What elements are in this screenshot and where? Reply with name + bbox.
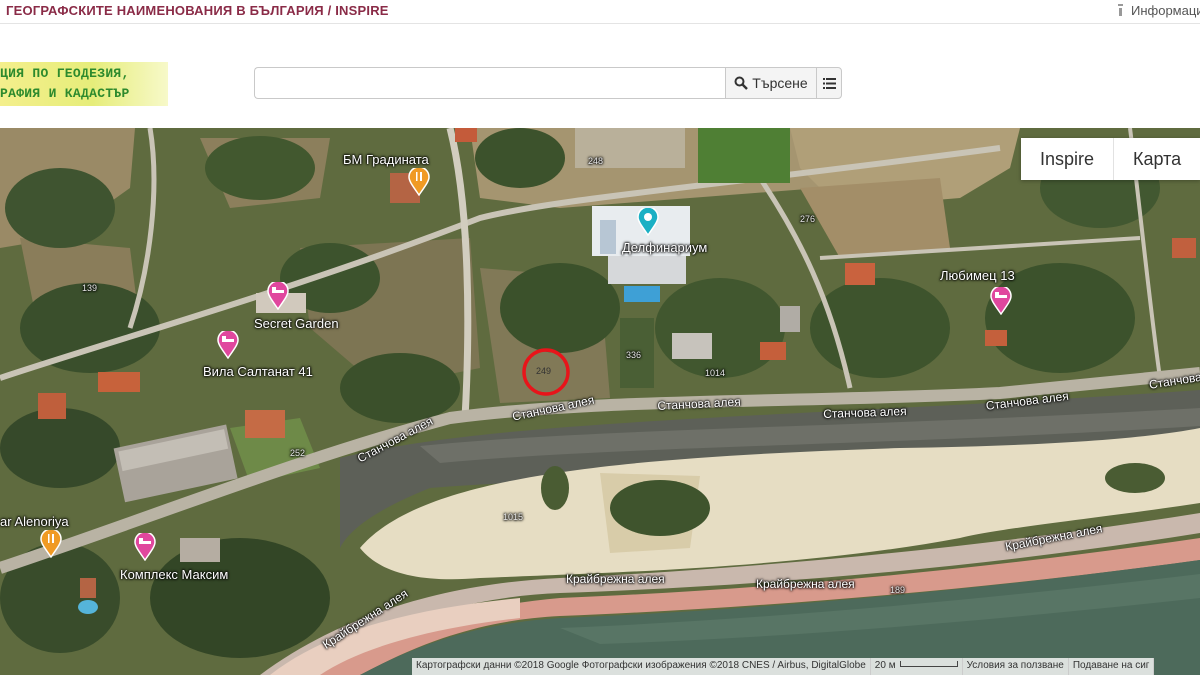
place-label-bm-gradinata[interactable]: БМ Градината (343, 152, 429, 167)
place-label-lyubimets[interactable]: Любимец 13 (940, 268, 1015, 283)
street-label-kraybrezhna: Крайбрежна алея (566, 572, 665, 586)
place-label-delfinarium[interactable]: Делфинариум (622, 240, 707, 255)
map-scale[interactable]: 20 м (870, 658, 963, 675)
agency-logo[interactable]: ЦИЯ ПО ГЕОДЕЗИЯ, РАФИЯ И КАДАСТЪР (0, 62, 168, 106)
map-scale-label: 20 м (874, 660, 896, 671)
search-button[interactable]: Търсене (725, 67, 817, 99)
scale-bar (899, 661, 958, 667)
terms-of-use-link[interactable]: Условия за ползване (962, 658, 1069, 675)
search-input[interactable] (254, 67, 726, 99)
place-label-secret-garden[interactable]: Secret Garden (254, 316, 339, 331)
food-pin-alenoriya[interactable] (40, 530, 62, 558)
info-link[interactable]: Информаци (1116, 3, 1200, 18)
info-link-label: Информаци (1131, 3, 1200, 18)
list-icon (822, 77, 836, 89)
tab-map[interactable]: Карта (1114, 138, 1200, 180)
street-label-kraybrezhna: Крайбрежна алея (756, 577, 855, 591)
place-label-vila-saltanat[interactable]: Вила Салтанат 41 (203, 364, 313, 379)
map-layer-toggle: Inspire Карта (1021, 138, 1200, 180)
header: ЦИЯ ПО ГЕОДЕЗИЯ, РАФИЯ И КАДАСТЪР Търсен… (0, 25, 1200, 128)
lodging-pin-kompleks-maksim[interactable] (134, 533, 156, 561)
parcel-number[interactable]: 336 (626, 350, 641, 360)
logo-line-1: ЦИЯ ПО ГЕОДЕЗИЯ, (0, 66, 130, 81)
lodging-pin-vila-saltanat[interactable] (217, 331, 239, 359)
food-pin-bm-gradinata[interactable] (408, 168, 430, 196)
street-label-stanchova: Станчова алея (823, 404, 907, 421)
satellite-map[interactable]: Inspire Карта БМ Градината Делфинариум Л… (0, 128, 1200, 675)
place-label-kompleks-maksim[interactable]: Комплекс Максим (120, 567, 228, 582)
map-attribution: Картографски данни ©2018 Google Фотограф… (412, 658, 1155, 675)
map-data-credit: Картографски данни ©2018 Google Фотограф… (412, 658, 871, 675)
lodging-pin-secret-garden[interactable] (267, 282, 289, 310)
logo-line-2: РАФИЯ И КАДАСТЪР (0, 86, 130, 101)
top-bar: ГЕОГРАФСКИТЕ НАИМЕНОВАНИЯ В БЪЛГАРИЯ / I… (0, 0, 1200, 24)
parcel-number[interactable]: 1015 (503, 512, 523, 522)
parcel-number[interactable]: 139 (82, 283, 97, 293)
parcel-number[interactable]: 1014 (705, 368, 725, 378)
parcel-number[interactable]: 276 (800, 214, 815, 224)
parcel-number[interactable]: 248 (588, 156, 603, 166)
attraction-pin-delfinarium[interactable] (637, 208, 659, 236)
search-button-label: Търсене (752, 75, 808, 91)
search-icon (734, 76, 749, 90)
parcel-number[interactable]: 252 (290, 448, 305, 458)
site-title: ГЕОГРАФСКИТЕ НАИМЕНОВАНИЯ В БЪЛГАРИЯ / I… (6, 3, 389, 18)
report-error-link[interactable]: Подаване на сиг (1068, 658, 1155, 675)
info-icon (1118, 4, 1123, 16)
tab-inspire[interactable]: Inspire (1021, 138, 1115, 180)
results-list-button[interactable] (816, 67, 842, 99)
lodging-pin-lyubimets[interactable] (990, 287, 1012, 315)
place-label-alenoriya[interactable]: ar Alenoriya (0, 514, 69, 529)
parcel-number[interactable]: 189 (890, 585, 905, 595)
parcel-number[interactable]: 249 (536, 366, 551, 376)
